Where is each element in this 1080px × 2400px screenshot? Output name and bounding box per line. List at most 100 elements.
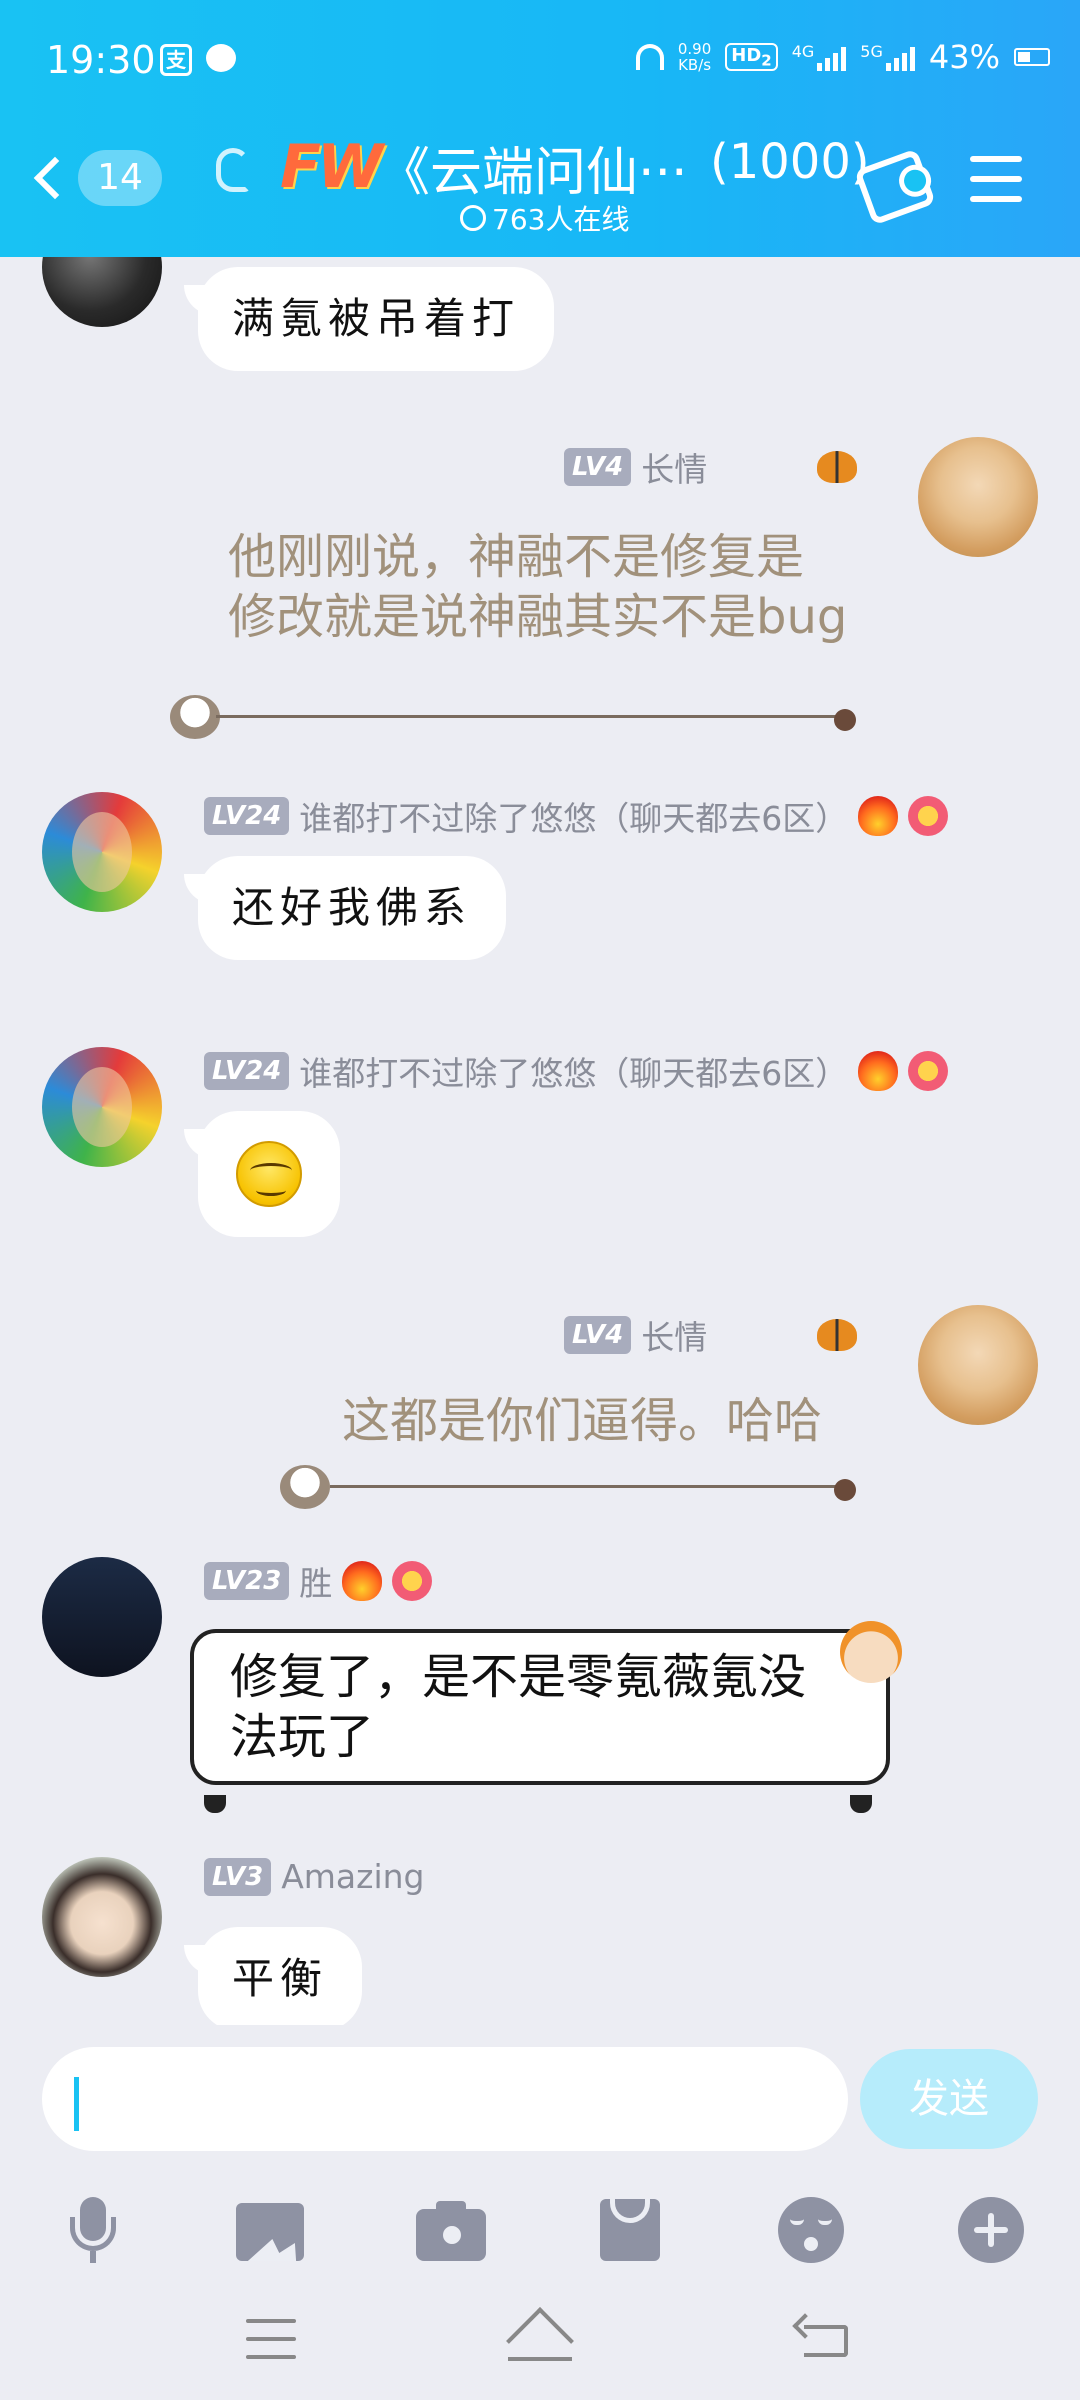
input-toolbar [0, 2175, 1080, 2285]
alipay-icon: 支 [160, 44, 192, 76]
status-right: 0.90 KB/s HD2 4G 5G 43% [635, 38, 1050, 76]
bubble-foot [204, 1795, 226, 1813]
level-badge: LV3 [204, 1857, 272, 1896]
chat-nav-bar: 14 FW 《云端问仙··· (1000) 763人在线 [0, 128, 1080, 257]
online-status[interactable]: 763人在线 [460, 198, 629, 238]
home-icon[interactable] [506, 2307, 574, 2375]
group-logo: FW [280, 132, 383, 202]
plus-icon[interactable] [956, 2195, 1026, 2265]
message-meta: LV24 谁都打不过除了悠悠（聊天都去6区） [204, 792, 949, 840]
message-meta: LV23 胜 [204, 1557, 433, 1605]
level-badge: LV24 [204, 797, 290, 835]
menu-button[interactable] [970, 156, 1022, 202]
bead-icon [834, 709, 856, 731]
butterfly-icon [817, 451, 858, 483]
online-text: 763人在线 [492, 203, 630, 236]
flower-icon [908, 796, 949, 836]
message-bubble[interactable]: 这都是你们逼得。哈哈 [342, 1391, 822, 1451]
camera-icon[interactable] [416, 2195, 486, 2265]
message-text-line: 修复了，是不是零氪薇氪没 [230, 1649, 807, 1705]
message-input[interactable] [42, 2047, 848, 2151]
message-item: LV23 胜 修复了，是不是零氪薇氪没 法玩了 [0, 1557, 1080, 1857]
avatar[interactable] [42, 1557, 162, 1677]
sender-name[interactable]: Amazing [281, 1857, 424, 1896]
message-item: LV24 谁都打不过除了悠悠（聊天都去6区） 还好我佛系 [0, 792, 1080, 1032]
text-caret [74, 2077, 79, 2131]
member-count: (1000) [710, 134, 870, 190]
message-item: LV4 长情 这都是你们逼得。哈哈 [0, 1305, 1080, 1545]
message-item: LV3 Amazing 平衡 [0, 1857, 1080, 2025]
back-icon[interactable] [792, 2313, 850, 2359]
message-text: 他刚刚说，神融不是修复是修改就是说神融其实不是bug [228, 529, 848, 645]
signal-icon: 5G [860, 42, 915, 71]
critter-icon [170, 695, 220, 739]
sender-name[interactable]: 长情 [641, 443, 707, 491]
net-speed: 0.90 KB/s [678, 41, 711, 73]
fire-icon [858, 1051, 899, 1091]
message-meta: LV4 长情 [564, 1311, 858, 1359]
level-badge: LV4 [564, 448, 632, 486]
hd-sub: 2 [761, 51, 772, 70]
message-bubble[interactable]: 平衡 [183, 1927, 363, 2025]
sender-name[interactable]: 长情 [641, 1311, 707, 1359]
avatar[interactable] [918, 1305, 1038, 1425]
message-item: LV24 谁都打不过除了悠悠（聊天都去6区） [0, 1047, 1080, 1287]
recent-apps-icon[interactable] [246, 2319, 296, 2359]
net-speed-unit: KB/s [678, 56, 712, 74]
signal-label-4g: 4G [791, 42, 815, 61]
message-item: LV4 长情 他刚刚说，神融不是修复是修改就是说神融其实不是bug [0, 437, 1080, 787]
back-button[interactable]: 14 [33, 150, 162, 206]
critter-icon [280, 1465, 330, 1509]
divider [330, 1485, 846, 1488]
message-text-line: 法玩了 [230, 1709, 375, 1765]
battery-icon [1014, 48, 1050, 66]
avatar[interactable] [918, 437, 1038, 557]
message-bubble[interactable]: 还好我佛系 [183, 856, 507, 960]
divider [216, 715, 846, 718]
avatar[interactable] [42, 257, 162, 327]
butterfly-icon [817, 1319, 858, 1351]
status-bar: 19:30 支 0.90 KB/s HD2 4G 5G 43% [0, 0, 1080, 128]
level-badge: LV24 [204, 1052, 290, 1090]
red-packet-icon[interactable] [596, 2195, 666, 2265]
message-bubble[interactable]: 修复了，是不是零氪薇氪没 法玩了 [190, 1629, 890, 1785]
fire-icon [342, 1561, 383, 1601]
message-meta: LV4 长情 [564, 443, 858, 491]
signal-label-5g: 5G [860, 42, 883, 61]
level-badge: LV23 [204, 1562, 290, 1600]
group-title[interactable]: 《云端问仙··· [378, 130, 688, 205]
level-badge: LV4 [564, 1316, 632, 1354]
message-bubble[interactable] [184, 1111, 340, 1237]
send-button[interactable]: 发送 [860, 2049, 1038, 2149]
bead-icon [834, 1479, 856, 1501]
avatar[interactable] [42, 1857, 162, 1977]
sender-name[interactable]: 胜 [299, 1557, 332, 1605]
mic-icon[interactable] [56, 2195, 126, 2265]
online-icon [460, 205, 486, 231]
avatar[interactable] [42, 1047, 162, 1167]
sender-name[interactable]: 谁都打不过除了悠悠（聊天都去6区） [299, 1047, 848, 1095]
message-bubble[interactable]: 满氪被吊着打 [183, 267, 555, 371]
battery-percent: 43% [928, 38, 1000, 76]
bubble-decoration-icon [840, 1621, 902, 1683]
signal-icon: 4G [791, 42, 847, 71]
fire-icon [858, 796, 899, 836]
sender-name[interactable]: 谁都打不过除了悠悠（聊天都去6区） [299, 792, 848, 840]
unread-badge: 14 [78, 150, 162, 206]
avatar[interactable] [42, 792, 162, 912]
app-header: 19:30 支 0.90 KB/s HD2 4G 5G 43% 14 FW 《云… [0, 0, 1080, 257]
image-icon[interactable] [236, 2195, 306, 2265]
headphones-icon [635, 44, 664, 70]
flower-icon [392, 1561, 433, 1601]
message-icon [206, 44, 236, 72]
message-meta: LV3 Amazing [204, 1857, 425, 1896]
message-meta: LV24 谁都打不过除了悠悠（聊天都去6区） [204, 1047, 949, 1095]
smirk-emoji-icon [236, 1141, 302, 1207]
message-bubble[interactable]: 他刚刚说，神融不是修复是修改就是说神融其实不是bug [228, 527, 848, 647]
input-row: 发送 [0, 2025, 1080, 2175]
hd-label: HD [731, 44, 762, 66]
ear-icon[interactable] [216, 148, 250, 192]
emoji-icon[interactable] [776, 2195, 846, 2265]
chevron-left-icon [33, 156, 77, 200]
chat-area[interactable]: 满氪被吊着打 LV4 长情 他刚刚说，神融不是修复是修改就是说神融其实不是bug… [0, 257, 1080, 2025]
